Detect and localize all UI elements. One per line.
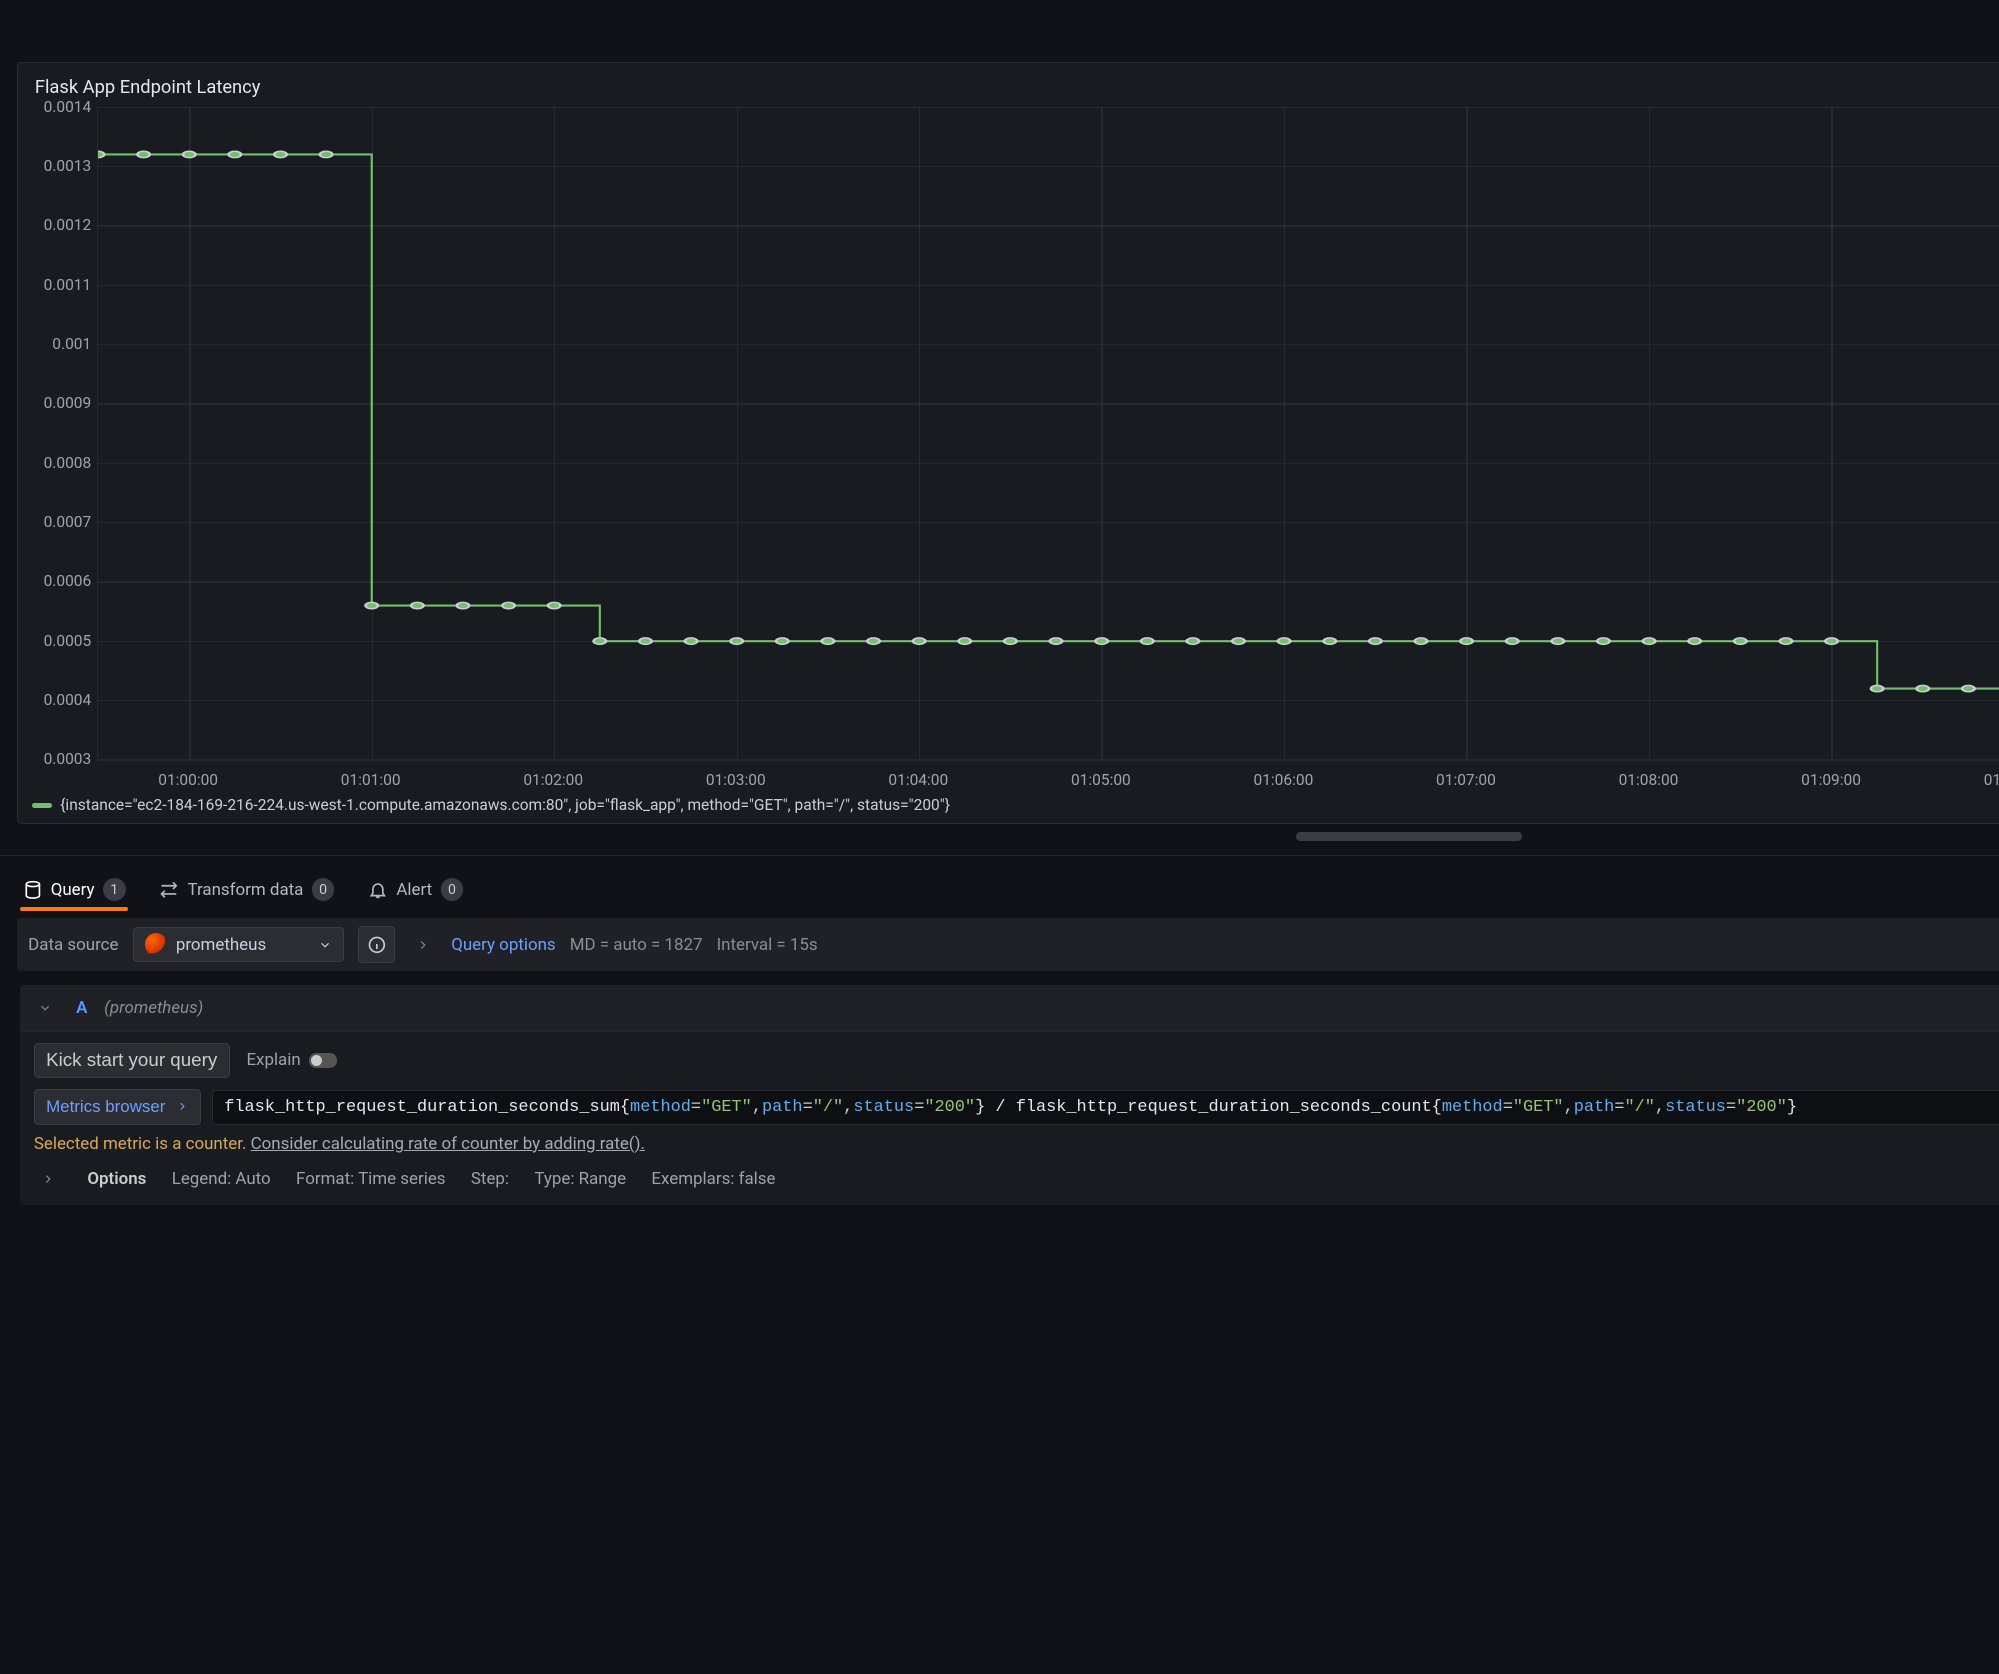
datasource-select[interactable]: prometheus [133, 927, 345, 963]
tab-alert-label: Alert [396, 880, 432, 900]
datasource-name: prometheus [176, 935, 266, 955]
database-icon [23, 880, 43, 900]
metrics-browser-button[interactable]: Metrics browser [34, 1089, 201, 1125]
query-options-row: Options Legend: Auto Format: Time series… [34, 1165, 1999, 1193]
tab-transform[interactable]: Transform data 0 [157, 870, 338, 909]
panel-title: Flask App Endpoint Latency [32, 77, 1999, 98]
chevron-right-icon [176, 1100, 189, 1113]
tab-query-badge: 1 [103, 878, 126, 901]
kick-start-button[interactable]: Kick start your query [34, 1043, 230, 1078]
y-axis: 0.00140.00130.00120.00110.0010.00090.000… [32, 107, 97, 760]
query-ds-hint: (prometheus) [104, 998, 203, 1018]
horizontal-scrollbar[interactable] [1296, 832, 1522, 840]
warn-link[interactable]: Consider calculating rate of counter by … [251, 1134, 645, 1154]
tab-query-label: Query [51, 880, 95, 900]
explain-toggle[interactable]: Explain [246, 1050, 337, 1070]
chart[interactable]: 0.00140.00130.00120.00110.0010.00090.000… [32, 107, 1999, 812]
tab-transform-badge: 0 [312, 878, 335, 901]
query-expression-input[interactable]: flask_http_request_duration_seconds_sum{… [212, 1090, 1999, 1125]
prometheus-logo-icon [145, 933, 168, 956]
query-letter[interactable]: A [76, 998, 87, 1018]
datasource-label: Data source [28, 935, 118, 955]
legend-text: {instance="ec2-184-169-216-224.us-west-1… [60, 796, 950, 814]
query-collapse-caret[interactable] [31, 994, 59, 1022]
tab-alert-badge: 0 [441, 878, 464, 901]
datasource-help-button[interactable] [358, 926, 395, 963]
transform-icon [159, 880, 179, 900]
switch-icon [309, 1053, 337, 1067]
query-tabs: Query 1 Transform data 0 Alert 0 [0, 855, 1999, 910]
explain-label: Explain [246, 1050, 300, 1070]
warn-text: Selected metric is a counter. [34, 1134, 247, 1154]
interval-text: Interval = 15s [717, 935, 818, 955]
legend[interactable]: {instance="ec2-184-169-216-224.us-west-1… [32, 796, 950, 814]
legend-color-swatch [32, 803, 52, 809]
x-axis: 01:00:0001:01:0001:02:0001:03:0001:04:00… [97, 771, 1999, 791]
opt-step: Step: [471, 1169, 509, 1189]
panel: Flask App Endpoint Latency 0.00140.00130… [17, 62, 1999, 824]
counter-warning: Selected metric is a counter. Consider c… [34, 1134, 1999, 1154]
bell-icon [368, 880, 388, 900]
tab-alert[interactable]: Alert 0 [365, 870, 466, 909]
chevron-down-icon [38, 1001, 52, 1015]
options-label[interactable]: Options [87, 1169, 146, 1189]
datasource-row: Data source prometheus Query options MD … [17, 918, 1999, 972]
md-text: MD = auto = 1827 [570, 935, 703, 955]
opt-type: Type: Range [534, 1169, 626, 1189]
line-svg [98, 107, 1999, 760]
query-options-link[interactable]: Query options [451, 935, 555, 955]
chevron-right-icon [416, 938, 430, 952]
tab-transform-label: Transform data [188, 880, 304, 900]
opt-exemplars: Exemplars: false [651, 1169, 775, 1189]
opt-format: Format: Time series [296, 1169, 445, 1189]
chevron-right-icon [41, 1172, 55, 1186]
options-caret[interactable] [34, 1165, 62, 1193]
info-icon [367, 935, 387, 955]
tab-query[interactable]: Query 1 [20, 870, 129, 909]
query-block: A (prometheus) Kick start your query Exp… [20, 985, 1999, 1204]
plot-area [97, 107, 1999, 760]
opt-legend: Legend: Auto [172, 1169, 271, 1189]
chevron-down-icon [318, 938, 332, 952]
query-header: A (prometheus) [20, 985, 1999, 1031]
query-options-caret[interactable] [409, 931, 437, 959]
